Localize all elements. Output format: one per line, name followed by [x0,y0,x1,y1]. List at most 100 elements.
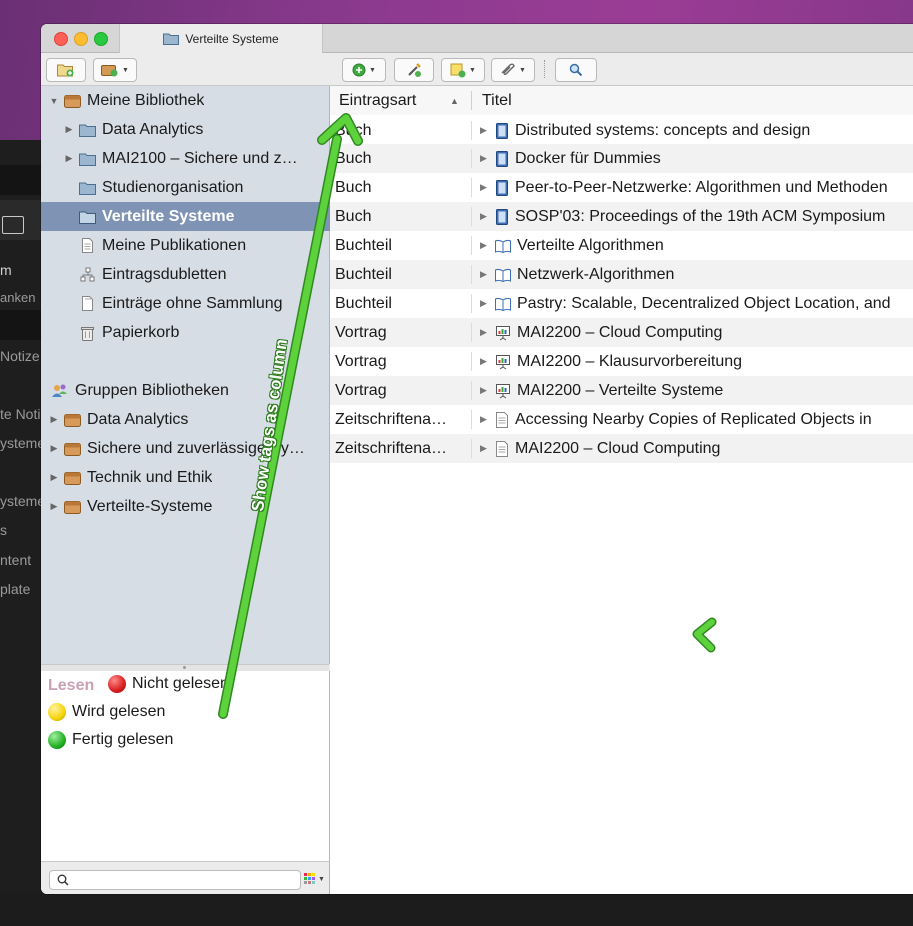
add-by-identifier-icon [408,63,421,77]
disclosure-collapsed-icon[interactable]: ▶ [480,414,492,425]
disclosure-collapsed-icon[interactable]: ▶ [63,124,75,135]
tag-label: Nicht gelesen [132,675,229,692]
collection-studienorganisation[interactable]: Studienorganisation [41,173,367,202]
title-cell: ▶ Distributed systems: concepts and desig… [480,116,810,145]
minimize-window-button[interactable] [74,32,88,46]
collection-mai2100[interactable]: ▶ MAI2100 – Sichere und z… [41,144,351,173]
new-note-button[interactable]: ▼ [441,58,485,82]
items-table-header: Eintragsart ▲ Titel [330,86,913,116]
item-title: Distributed systems: concepts and design [515,121,811,139]
collection-verteilte-systeme[interactable]: Verteilte Systeme [41,202,367,231]
item-type-cell: Buch [335,149,372,167]
tag-wird-gelesen[interactable]: Wird gelesen [48,703,165,721]
table-row[interactable]: Buch ▶ Docker für Dummies [330,144,913,173]
duplicate-items[interactable]: Eintragsdubletten [41,260,367,289]
item-type-cell: Buchteil [335,265,392,283]
group-data-analytics[interactable]: ▶ Data Analytics [41,405,336,434]
tag-nicht-gelesen[interactable]: Nicht gelesen [108,675,229,693]
splitter-grip-icon[interactable] [183,666,186,669]
table-row[interactable]: Zeitschriftena… ▶ Accessing Nearby Copies … [330,405,913,434]
tree-item-label: Studienorganisation [102,178,244,196]
folder-icon [79,182,96,195]
item-title: Pastry: Scalable, Decentralized Object L… [517,294,891,312]
tag-selector: Lesen Nicht gelesen Wird gelesen Fertig … [41,671,330,861]
table-row[interactable]: Buchteil ▶ Netzwerk-Algorithmen [330,260,913,289]
table-row[interactable]: Buch ▶ SOSP'03: Proceedings of the 19th AC… [330,202,913,231]
table-row[interactable]: Buchteil ▶ Verteilte Algorithmen [330,231,913,260]
advanced-search-button[interactable] [555,58,597,82]
group-sichere-und-zuverlaessige[interactable]: ▶ Sichere und zuverlässige Sy… [41,434,336,463]
disclosure-collapsed-icon[interactable]: ▶ [480,269,492,280]
disclosure-collapsed-icon[interactable]: ▶ [480,298,492,309]
disclosure-collapsed-icon[interactable]: ▶ [480,327,492,338]
disclosure-collapsed-icon[interactable]: ▶ [63,153,75,164]
tag-fertig-gelesen[interactable]: Fertig gelesen [48,731,173,749]
group-icon [52,384,67,397]
collection-data-analytics[interactable]: ▶ Data Analytics [41,115,351,144]
journal-article-icon [495,411,509,428]
table-row[interactable]: Vortrag ▶ MAI2200 – Verteilte Systeme [330,376,913,405]
my-publications[interactable]: Meine Publikationen [41,231,367,260]
disclosure-collapsed-icon[interactable]: ▶ [480,182,492,193]
zotero-window: Verteilte Systeme ▼ ▼ ▼ ▼ ▼ Meine Biblio… [41,24,913,894]
table-row[interactable]: Buch ▶ Peer-to-Peer-Netzwerke: Algorithmen… [330,173,913,202]
library-icon [64,442,81,456]
add-by-identifier-button[interactable] [394,58,434,82]
column-divider [471,294,472,313]
items-pane: Eintragsart ▲ Titel Buch ▶ Distributed sys… [330,86,913,894]
column-divider [471,236,472,255]
disclosure-collapsed-icon[interactable]: ▶ [480,125,492,136]
zoom-window-button[interactable] [94,32,108,46]
group-technik-und-ethik[interactable]: ▶ Technik und Ethik [41,463,336,492]
group-libraries-header[interactable]: Gruppen Bibliotheken [41,376,339,405]
close-window-button[interactable] [54,32,68,46]
new-collection-icon [57,64,74,77]
new-collection-button[interactable] [46,58,86,82]
column-divider[interactable] [471,91,472,110]
title-cell: ▶ SOSP'03: Proceedings of the 19th ACM Sy… [480,202,885,231]
green-circle-icon [48,731,66,749]
background-text: te Noti [0,406,41,422]
disclosure-collapsed-icon[interactable]: ▶ [480,153,492,164]
tag-filter-input[interactable] [49,870,301,890]
group-verteilte-systeme[interactable]: ▶ Verteilte-Systeme [41,492,336,521]
book-section-icon [495,297,511,311]
add-attachment-button[interactable]: ▼ [491,58,535,82]
item-type-cell: Vortrag [335,381,387,399]
disclosure-collapsed-icon[interactable]: ▶ [480,240,492,251]
new-note-icon [450,63,466,77]
tree-item-label: Eintragsdubletten [102,265,227,283]
disclosure-collapsed-icon[interactable]: ▶ [48,414,60,425]
disclosure-collapsed-icon[interactable]: ▶ [480,211,492,222]
disclosure-collapsed-icon[interactable]: ▶ [480,356,492,367]
table-row[interactable]: Vortrag ▶ MAI2200 – Klausurvorbereitung [330,347,913,376]
disclosure-collapsed-icon[interactable]: ▶ [480,443,492,454]
book-icon [495,179,509,196]
title-cell: ▶ MAI2200 – Cloud Computing [480,434,720,463]
library-my-library[interactable]: ▼ Meine Bibliothek [41,86,336,115]
unfiled-items[interactable]: Einträge ohne Sammlung [41,289,367,318]
disclosure-collapsed-icon[interactable]: ▶ [48,443,60,454]
title-bar: Verteilte Systeme [41,24,913,53]
tab-verteilte-systeme[interactable]: Verteilte Systeme [119,24,323,53]
column-header-title[interactable]: Titel [482,86,512,115]
background-text: Notize [0,348,40,364]
disclosure-collapsed-icon[interactable]: ▶ [480,385,492,396]
table-row[interactable]: Vortrag ▶ MAI2200 – Cloud Computing [330,318,913,347]
disclosure-collapsed-icon[interactable]: ▶ [48,501,60,512]
disclosure-expanded-icon[interactable]: ▼ [48,96,60,106]
table-row[interactable]: Buch ▶ Distributed systems: concepts and d… [330,115,913,146]
new-item-button[interactable]: ▼ [342,58,386,82]
folder-icon [79,124,96,137]
book-icon [495,208,509,225]
disclosure-collapsed-icon[interactable]: ▶ [48,472,60,483]
new-library-button[interactable]: ▼ [93,58,137,82]
chevron-down-icon: ▼ [519,66,526,74]
table-row[interactable]: Zeitschriftena… ▶ MAI2200 – Cloud Computin… [330,434,913,463]
column-header-item-type[interactable]: Eintragsart ▲ [339,86,469,115]
table-row[interactable]: Buchteil ▶ Pastry: Scalable, Decentralized… [330,289,913,318]
red-circle-icon [108,675,126,693]
trash[interactable]: Papierkorb [41,318,367,347]
tag-actions-button[interactable]: ▼ [304,873,325,885]
yellow-circle-icon [48,703,66,721]
